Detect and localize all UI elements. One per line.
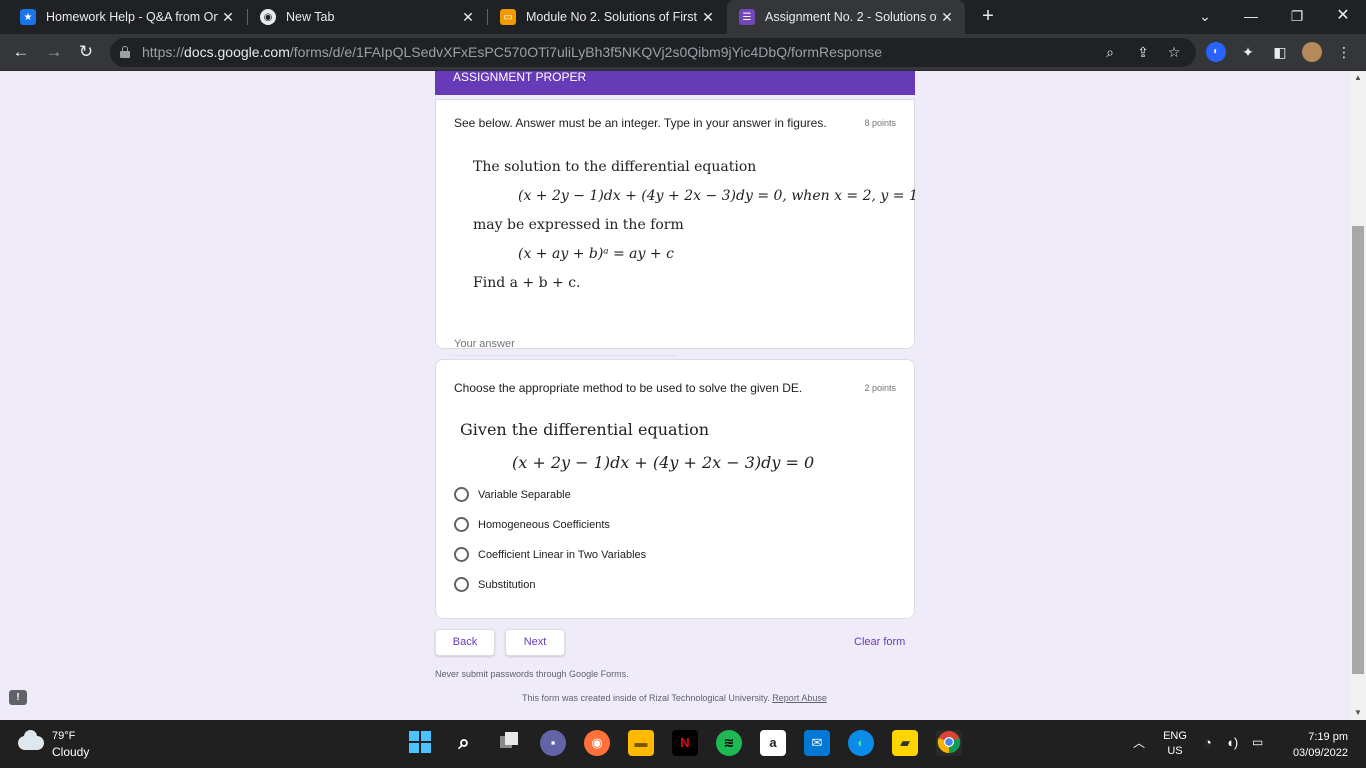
spotify-icon[interactable]: ≋: [716, 730, 742, 756]
report-abuse-link[interactable]: Report Abuse: [772, 693, 827, 703]
option-homogeneous-coefficients[interactable]: Homogeneous Coefficients: [454, 517, 610, 532]
option-coefficient-linear[interactable]: Coefficient Linear in Two Variables: [454, 547, 646, 562]
back-button[interactable]: Back: [435, 629, 495, 656]
task-view-icon[interactable]: [496, 730, 522, 756]
sticky-notes-icon[interactable]: ▰: [892, 730, 918, 756]
search-icon[interactable]: ⌕: [451, 730, 477, 756]
question-text-line: The solution to the differential equatio…: [473, 159, 757, 175]
file-explorer-icon[interactable]: ▬: [628, 730, 654, 756]
section-header: ASSIGNMENT PROPER: [435, 71, 915, 95]
answer-input[interactable]: Your answer: [454, 336, 676, 356]
show-hidden-icons-chevron-icon[interactable]: ︿: [1133, 734, 1145, 751]
tab-module-no-2[interactable]: ▭ Module No 2. Solutions of First C ✕: [488, 0, 726, 34]
star-icon: ★: [20, 9, 36, 25]
netflix-icon[interactable]: N: [672, 730, 698, 756]
browser-toolbar: ← → ↻ https://docs.google.com/forms/d/e/…: [0, 34, 1366, 71]
volume-icon[interactable]: ◖): [1226, 735, 1238, 750]
forms-icon: ☰: [739, 9, 755, 25]
question-card-1: See below. Answer must be an integer. Ty…: [435, 99, 918, 356]
chat-icon[interactable]: ▪: [540, 730, 566, 756]
radio-button[interactable]: [454, 577, 469, 592]
equation-line: (x + 2y − 1)dx + (4y + 2x − 3)dy = 0: [512, 453, 815, 472]
option-variable-separable[interactable]: Variable Separable: [454, 487, 571, 502]
url-text[interactable]: https://docs.google.com/forms/d/e/1FAIpQ…: [142, 44, 882, 60]
firefox-icon[interactable]: ◉: [584, 730, 610, 756]
tab-homework-help[interactable]: ★ Homework Help - Q&A from Onl ✕: [8, 0, 246, 34]
close-window-icon[interactable]: ✕: [1320, 0, 1366, 34]
lock-icon[interactable]: [120, 46, 130, 58]
question-text-line: Given the differential equation: [460, 420, 710, 439]
points-label: 8 points: [864, 118, 896, 128]
forward-arrow-icon[interactable]: →: [41, 40, 67, 66]
question-text-line: may be expressed in the form: [473, 217, 684, 233]
close-tab-icon[interactable]: ✕: [937, 9, 957, 26]
edge-icon[interactable]: ◐: [848, 730, 874, 756]
question-text-line: Find a + b + c.: [473, 275, 581, 291]
profile-avatar[interactable]: [1302, 42, 1322, 62]
menu-kebab-icon[interactable]: ⋮: [1334, 42, 1354, 62]
tab-assignment-no-2[interactable]: ☰ Assignment No. 2 - Solutions of ✕: [727, 0, 965, 34]
scroll-down-arrow-icon[interactable]: ▼: [1350, 706, 1366, 720]
form-page: ASSIGNMENT PROPER See below. Answer must…: [0, 71, 1350, 720]
tab-search-chevron-icon[interactable]: ⌄: [1182, 0, 1228, 34]
bookmark-star-icon[interactable]: ☆: [1164, 43, 1184, 63]
feedback-icon[interactable]: !: [9, 690, 27, 705]
slides-icon: ▭: [500, 9, 516, 25]
radio-button[interactable]: [454, 547, 469, 562]
address-bar[interactable]: https://docs.google.com/forms/d/e/1FAIpQ…: [110, 38, 1196, 67]
scroll-up-arrow-icon[interactable]: ▲: [1350, 71, 1366, 85]
windows-start-icon[interactable]: [407, 730, 433, 756]
question-title: See below. Answer must be an integer. Ty…: [454, 116, 827, 130]
reload-icon[interactable]: ↻: [73, 40, 99, 66]
close-tab-icon[interactable]: ✕: [218, 9, 238, 26]
chrome-taskbar-icon[interactable]: [936, 730, 962, 756]
back-arrow-icon[interactable]: ←: [8, 40, 34, 66]
equation-form: (x + ay + b)ᵃ = ay + c: [518, 246, 674, 262]
side-panel-icon[interactable]: ◧: [1270, 42, 1290, 62]
tab-strip: ★ Homework Help - Q&A from Onl ✕ ◉ New T…: [0, 0, 1366, 34]
zoom-icon[interactable]: ⌕: [1100, 43, 1120, 63]
cloud-icon: [18, 730, 44, 750]
page-scrollbar[interactable]: ▲ ▼: [1350, 71, 1366, 720]
points-label: 2 points: [864, 383, 896, 393]
radio-button[interactable]: [454, 487, 469, 502]
tab-new-tab[interactable]: ◉ New Tab ✕: [248, 0, 486, 34]
language-indicator[interactable]: ENG US: [1160, 730, 1190, 757]
form-origin-note: This form was created inside of Rizal Te…: [522, 693, 827, 703]
share-icon[interactable]: ⇪: [1133, 43, 1153, 63]
windows-taskbar: 79°F Cloudy ⌕ ▪ ◉ ▬ N ≋ a ✉ ◐ ▰ ︿ ENG US…: [0, 720, 1366, 768]
chrome-icon: ◉: [260, 9, 276, 25]
new-tab-plus-icon[interactable]: +: [976, 5, 1000, 29]
minimize-icon[interactable]: —: [1228, 0, 1274, 34]
scrollbar-thumb[interactable]: [1352, 226, 1364, 674]
amazon-icon[interactable]: a: [760, 730, 786, 756]
close-tab-icon[interactable]: ✕: [698, 9, 718, 26]
wifi-icon[interactable]: ◔: [1204, 735, 1212, 750]
question-title: Choose the appropriate method to be used…: [454, 381, 803, 395]
answer-placeholder: Your answer: [454, 338, 515, 350]
restore-icon[interactable]: ❐: [1274, 0, 1320, 34]
option-substitution[interactable]: Substitution: [454, 577, 535, 592]
clear-form-button[interactable]: Clear form: [854, 636, 905, 648]
password-warning: Never submit passwords through Google Fo…: [435, 669, 629, 679]
clock[interactable]: 7:19 pm 03/09/2022: [1284, 729, 1348, 761]
radio-button[interactable]: [454, 517, 469, 532]
mail-icon[interactable]: ✉: [804, 730, 830, 756]
extensions-puzzle-icon[interactable]: ✦: [1238, 42, 1258, 62]
extension-circle-icon[interactable]: ◐: [1206, 42, 1226, 62]
battery-icon[interactable]: ▭: [1252, 735, 1263, 749]
question-card-2: Choose the appropriate method to be used…: [435, 359, 915, 619]
equation-line: (x + 2y − 1)dx + (4y + 2x − 3)dy = 0, wh…: [518, 188, 918, 204]
close-tab-icon[interactable]: ✕: [458, 9, 478, 26]
next-button[interactable]: Next: [505, 629, 565, 656]
